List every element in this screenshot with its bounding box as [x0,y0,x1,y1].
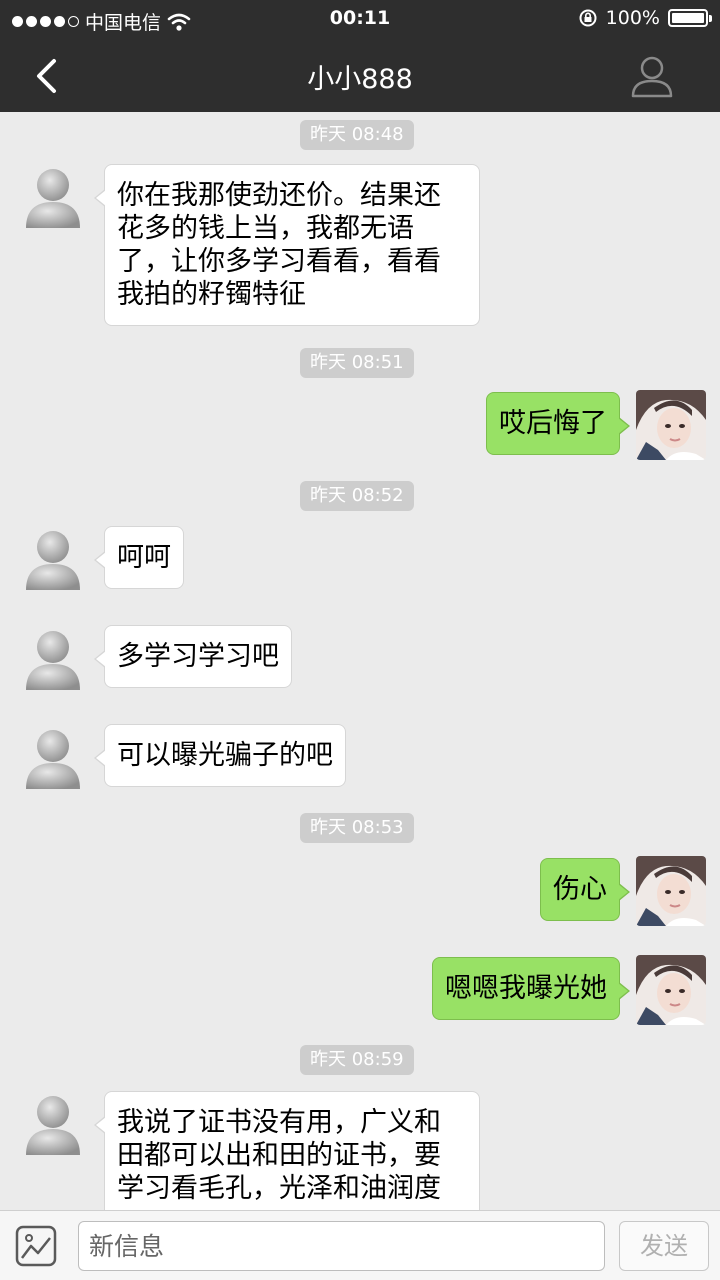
message-text-line: 嗯嗯我曝光她 [445,973,607,1004]
timestamp-label: 昨天 08:48 [300,120,414,150]
message-text-line: 田都可以出和田的证书，要 [117,1140,441,1171]
image-attach-icon[interactable] [14,1224,58,1268]
incoming-message-bubble[interactable]: 呵呵 [94,526,184,589]
incoming-message-bubble[interactable]: 多学习学习吧 [94,625,292,688]
incoming-message-bubble[interactable]: 我说了证书没有用，广义和 田都可以出和田的证书，要 学习看毛孔，光泽和油润度 [94,1091,480,1210]
status-right: 100% [578,7,712,29]
chat-title: 小小888 [307,64,413,95]
message-input[interactable] [78,1221,605,1271]
message-text-line: 我拍的籽镯特征 [117,279,306,310]
incoming-message-bubble[interactable]: 你在我那使劲还价。结果还 花多的钱上当，我都无语 了，让你多学习看看，看看 我拍… [94,164,480,326]
contact-avatar-icon[interactable] [18,524,88,594]
message-text-line: 哎后悔了 [499,408,607,439]
contact-avatar-icon[interactable] [18,1089,88,1159]
message-text-line: 呵呵 [117,542,171,573]
message-text-line: 我说了证书没有用，广义和 [117,1107,441,1138]
message-text-line: 你在我那使劲还价。结果还 [117,180,441,211]
message-text-line: 伤心 [553,874,607,905]
timestamp-label: 昨天 08:51 [300,348,414,378]
rotation-lock-icon [579,9,597,27]
status-bar: 中国电信 00:11 100% [0,0,720,40]
user-avatar-photo[interactable] [636,390,706,460]
nav-bar: 小小888 [0,40,720,112]
contact-profile-icon[interactable] [628,52,676,100]
battery-icon [668,9,712,27]
message-list[interactable]: 昨天 08:48 你在我那使劲还价。结果还 花多的钱上当，我都无语 了，让你多学… [0,112,720,1210]
outgoing-message-bubble[interactable]: 伤心 [540,858,630,921]
compose-bar: 发送 [0,1210,720,1280]
message-text-line: 了，让你多学习看看，看看 [117,246,441,277]
timestamp-label: 昨天 08:52 [300,481,414,511]
incoming-message-bubble[interactable]: 可以曝光骗子的吧 [94,724,346,787]
user-avatar-photo[interactable] [636,955,706,1025]
contact-avatar-icon[interactable] [18,624,88,694]
user-avatar-photo[interactable] [636,856,706,926]
message-text-line: 学习看毛孔，光泽和油润度 [117,1173,441,1204]
outgoing-message-bubble[interactable]: 嗯嗯我曝光她 [432,957,630,1020]
contact-avatar-icon[interactable] [18,162,88,232]
send-button[interactable]: 发送 [619,1221,709,1271]
message-text-line: 多学习学习吧 [117,641,279,672]
contact-avatar-icon[interactable] [18,723,88,793]
message-text-line: 可以曝光骗子的吧 [117,740,333,771]
outgoing-message-bubble[interactable]: 哎后悔了 [486,392,630,455]
timestamp-label: 昨天 08:53 [300,813,414,843]
battery-percent: 100% [605,7,660,29]
timestamp-label: 昨天 08:59 [300,1045,414,1075]
message-text-line: 花多的钱上当，我都无语 [117,213,414,244]
